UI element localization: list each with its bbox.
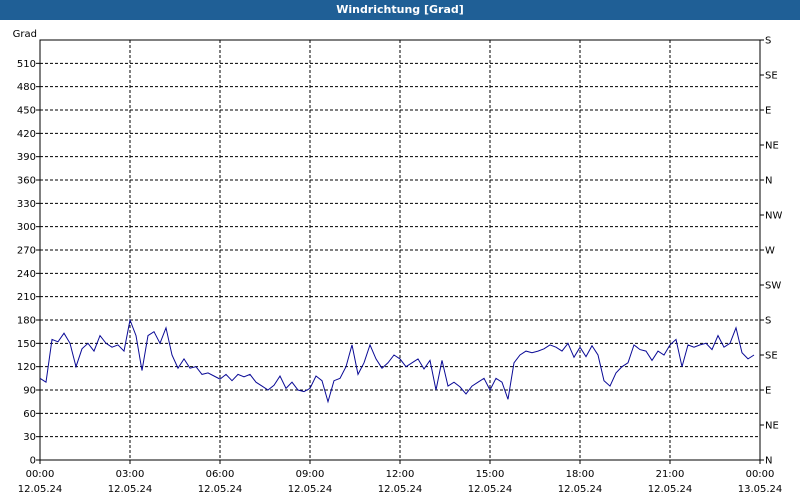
x-tick-label-time: 21:00 — [656, 469, 685, 480]
chart-title: Windrichtung [Grad] — [0, 0, 800, 20]
y-axis-label: Grad — [13, 29, 37, 40]
x-tick-label-date: 12.05.24 — [558, 484, 603, 495]
y-tick-label: 390 — [17, 152, 36, 163]
y-tick-label: 150 — [17, 339, 36, 350]
x-tick-label-time: 00:00 — [26, 469, 55, 480]
x-tick-label-time: 12:00 — [386, 469, 415, 480]
y-tick-label: 270 — [17, 246, 36, 257]
y-tick-label: 180 — [17, 316, 36, 327]
x-tick-label-date: 12.05.24 — [648, 484, 693, 495]
x-tick-label-date: 12.05.24 — [468, 484, 513, 495]
compass-tick-label: NE — [765, 421, 779, 432]
compass-tick-label: NE — [765, 141, 779, 152]
y-tick-label: 0 — [30, 456, 36, 467]
compass-tick-label: NW — [765, 211, 782, 222]
compass-tick-label: SE — [765, 71, 778, 82]
x-tick-label-time: 09:00 — [296, 469, 325, 480]
x-tick-label-time: 15:00 — [476, 469, 505, 480]
y-tick-label: 300 — [17, 222, 36, 233]
compass-tick-label: E — [765, 386, 771, 397]
x-tick-label-time: 06:00 — [206, 469, 235, 480]
x-tick-label-date: 12.05.24 — [288, 484, 333, 495]
y-tick-label: 450 — [17, 106, 36, 117]
x-tick-label-date: 13.05.24 — [738, 484, 783, 495]
series-line-wind-direction — [39, 318, 755, 404]
x-tick-label-time: 18:00 — [566, 469, 595, 480]
compass-tick-label: SW — [765, 281, 781, 292]
y-tick-label: 210 — [17, 292, 36, 303]
compass-tick-label: W — [765, 246, 775, 257]
y-tick-label: 510 — [17, 59, 36, 70]
y-tick-label: 240 — [17, 269, 36, 280]
y-tick-label: 360 — [17, 176, 36, 187]
compass-tick-label: N — [765, 456, 772, 467]
y-tick-label: 480 — [17, 82, 36, 93]
compass-tick-label: S — [765, 316, 771, 327]
y-tick-label: 90 — [23, 386, 36, 397]
x-tick-label-time: 03:00 — [116, 469, 145, 480]
x-tick-label-date: 12.05.24 — [198, 484, 243, 495]
y-tick-label: 420 — [17, 129, 36, 140]
y-tick-label: 30 — [23, 432, 36, 443]
x-tick-label-date: 12.05.24 — [378, 484, 423, 495]
y-tick-label: 120 — [17, 362, 36, 373]
x-tick-label-time: 00:00 — [746, 469, 775, 480]
wind-direction-chart: 0 30 60 90 120 150 180 210 240 270 300 330 360 390 420… — [13, 29, 783, 495]
x-tick-label-date: 12.05.24 — [18, 484, 63, 495]
compass-tick-label: N — [765, 176, 772, 187]
compass-tick-label: SE — [765, 351, 778, 362]
compass-tick-label: S — [765, 36, 771, 47]
y-tick-label: 330 — [17, 199, 36, 210]
compass-tick-label: E — [765, 106, 771, 117]
x-tick-label-date: 12.05.24 — [108, 484, 153, 495]
y-tick-label: 60 — [23, 409, 36, 420]
